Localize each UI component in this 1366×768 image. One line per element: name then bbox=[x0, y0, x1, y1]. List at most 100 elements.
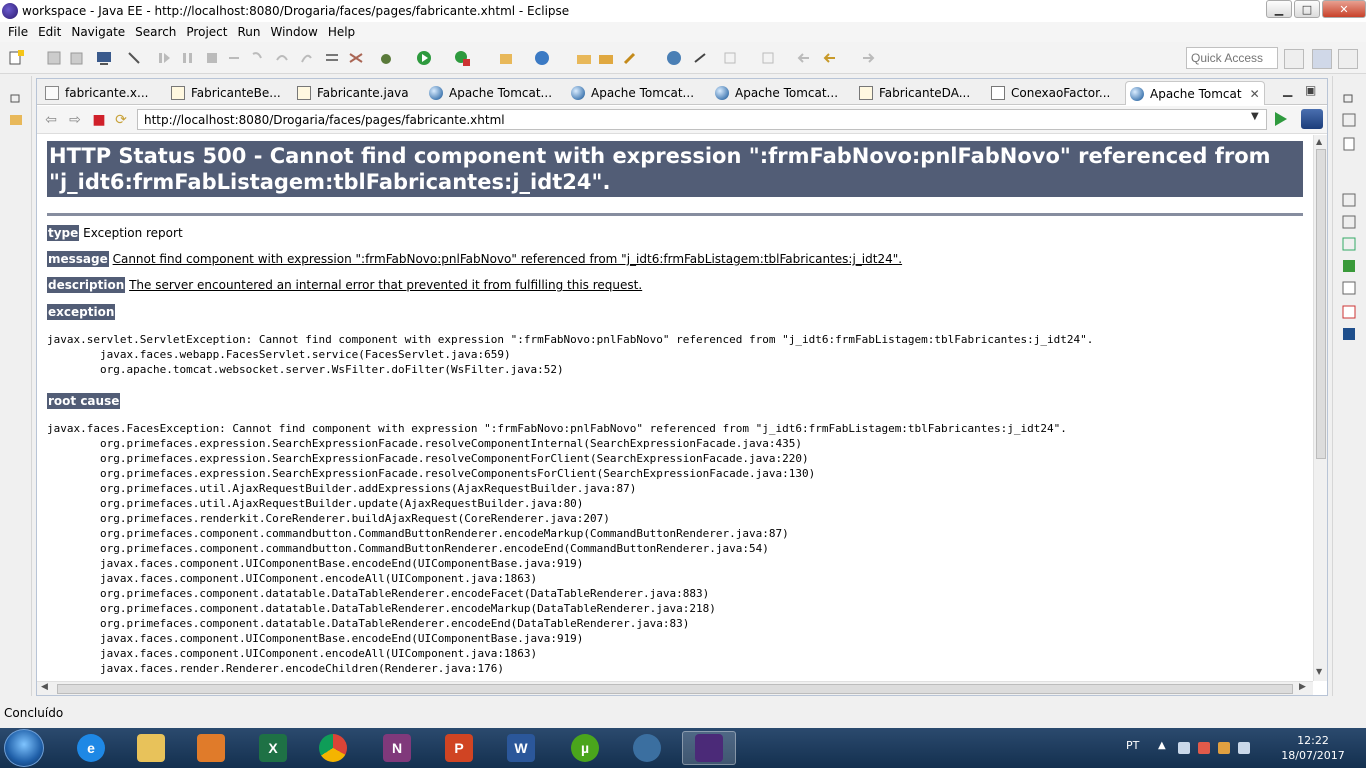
terminal-icon[interactable] bbox=[96, 50, 112, 66]
go-icon[interactable] bbox=[1275, 112, 1287, 126]
taskbar-media-player[interactable] bbox=[184, 731, 238, 765]
tab-apache-tomcat-2[interactable]: Apache Tomcat... bbox=[567, 81, 707, 105]
taskbar-eclipse[interactable] bbox=[682, 731, 736, 765]
problems-icon[interactable] bbox=[1341, 304, 1357, 320]
snippets-icon[interactable] bbox=[1341, 280, 1357, 296]
scroll-down-icon[interactable]: ▼ bbox=[1316, 667, 1322, 676]
tab-fabricante-xhtml[interactable]: fabricante.x... bbox=[41, 81, 159, 105]
tab-apache-tomcat-1[interactable]: Apache Tomcat... bbox=[425, 81, 565, 105]
data-source-icon[interactable] bbox=[1341, 258, 1357, 274]
markers-icon[interactable] bbox=[1341, 192, 1357, 208]
tab-fabricante-java[interactable]: Fabricante.java bbox=[293, 81, 421, 105]
language-indicator[interactable]: PT bbox=[1126, 739, 1139, 752]
vertical-scrollbar[interactable]: ▲ ▼ bbox=[1313, 135, 1327, 681]
menu-project[interactable]: Project bbox=[186, 24, 227, 40]
properties-icon[interactable] bbox=[1341, 214, 1357, 230]
forward-icon[interactable] bbox=[860, 50, 876, 66]
next-annotation-icon[interactable] bbox=[722, 50, 738, 66]
new-icon[interactable] bbox=[8, 50, 24, 66]
start-button[interactable] bbox=[4, 729, 44, 767]
drop-to-frame-icon[interactable] bbox=[324, 50, 340, 66]
horizontal-scrollbar[interactable]: ◀ ▶ bbox=[37, 681, 1313, 695]
refresh-icon[interactable]: ⟳ bbox=[113, 112, 129, 128]
scroll-left-icon[interactable]: ◀ bbox=[41, 682, 48, 692]
use-step-filters-icon[interactable] bbox=[348, 50, 364, 66]
minimize-button[interactable]: ▁ bbox=[1266, 0, 1292, 18]
scroll-up-icon[interactable]: ▲ bbox=[1316, 137, 1322, 146]
save-all-icon[interactable] bbox=[68, 50, 84, 66]
taskbar-internet-explorer[interactable]: e bbox=[64, 731, 118, 765]
taskbar-onenote[interactable]: N bbox=[370, 731, 424, 765]
step-over-icon[interactable] bbox=[274, 50, 290, 66]
show-hidden-icons-icon[interactable]: ▲ bbox=[1158, 740, 1166, 751]
javaee-perspective-button[interactable] bbox=[1312, 49, 1332, 69]
last-edit-icon[interactable] bbox=[796, 50, 812, 66]
back-icon[interactable] bbox=[822, 50, 838, 66]
browser-menu-icon[interactable] bbox=[1301, 109, 1323, 129]
tab-apache-tomcat-3[interactable]: Apache Tomcat... bbox=[711, 81, 851, 105]
debug-perspective-button[interactable] bbox=[1338, 49, 1358, 69]
new-java-project-icon[interactable] bbox=[498, 50, 514, 66]
taskbar-utorrent[interactable]: µ bbox=[558, 731, 612, 765]
restore-icon[interactable] bbox=[10, 92, 22, 104]
project-explorer-icon[interactable] bbox=[8, 112, 24, 128]
outline-icon[interactable] bbox=[1341, 112, 1357, 128]
save-icon[interactable] bbox=[46, 50, 62, 66]
menu-help[interactable]: Help bbox=[328, 24, 355, 40]
maximize-button[interactable]: □ bbox=[1294, 0, 1320, 18]
terminate-icon[interactable] bbox=[204, 50, 220, 66]
task-list-icon[interactable] bbox=[1341, 136, 1357, 152]
menu-search[interactable]: Search bbox=[135, 24, 176, 40]
forward-arrow-icon[interactable]: ⇨ bbox=[67, 112, 83, 128]
servers-icon[interactable] bbox=[1341, 236, 1357, 252]
debug-icon[interactable] bbox=[378, 50, 394, 66]
scroll-thumb[interactable] bbox=[1316, 149, 1326, 459]
console-icon[interactable] bbox=[1341, 326, 1357, 342]
step-return-icon[interactable] bbox=[298, 50, 314, 66]
step-into-icon[interactable] bbox=[250, 50, 266, 66]
tab-conexaofactory[interactable]: ConexaoFactor... bbox=[987, 81, 1123, 105]
taskbar-excel[interactable]: X bbox=[246, 731, 300, 765]
network-icon[interactable] bbox=[1178, 742, 1190, 754]
taskbar-chrome[interactable] bbox=[306, 731, 360, 765]
menu-navigate[interactable]: Navigate bbox=[71, 24, 125, 40]
close-icon[interactable]: ✕ bbox=[1250, 87, 1260, 101]
resume-icon[interactable] bbox=[156, 50, 172, 66]
browser-icon[interactable] bbox=[666, 50, 682, 66]
close-button[interactable]: ✕ bbox=[1322, 0, 1366, 18]
back-arrow-icon[interactable]: ⇦ bbox=[43, 112, 59, 128]
volume-icon[interactable] bbox=[1238, 742, 1250, 754]
taskbar-word[interactable]: W bbox=[494, 731, 548, 765]
tab-fabricantedao[interactable]: FabricanteDA... bbox=[855, 81, 987, 105]
url-input[interactable] bbox=[137, 109, 1267, 130]
skip-breakpoints-icon[interactable] bbox=[126, 50, 142, 66]
action-center-icon[interactable] bbox=[1198, 742, 1210, 754]
tab-fabricantebean[interactable]: FabricanteBe... bbox=[167, 81, 293, 105]
power-icon[interactable] bbox=[1218, 742, 1230, 754]
disconnect-icon[interactable] bbox=[226, 50, 242, 66]
scroll-right-icon[interactable]: ▶ bbox=[1299, 682, 1306, 692]
stop-icon[interactable]: ■ bbox=[91, 112, 107, 128]
menu-run[interactable]: Run bbox=[237, 24, 260, 40]
search-icon[interactable] bbox=[622, 50, 638, 66]
taskbar-postgresql[interactable] bbox=[620, 731, 674, 765]
taskbar-file-explorer[interactable] bbox=[124, 731, 178, 765]
tab-apache-tomcat-active[interactable]: Apache Tomcat ✕ bbox=[1125, 81, 1265, 105]
menu-window[interactable]: Window bbox=[270, 24, 317, 40]
menu-edit[interactable]: Edit bbox=[38, 24, 61, 40]
maximize-editor-icon[interactable]: ▣ bbox=[1305, 83, 1316, 97]
open-perspective-button[interactable] bbox=[1284, 49, 1304, 69]
minimize-editor-icon[interactable]: ▁ bbox=[1283, 83, 1292, 97]
open-task-icon[interactable] bbox=[598, 50, 614, 66]
menu-file[interactable]: File bbox=[8, 24, 28, 40]
prev-annotation-icon[interactable] bbox=[760, 50, 776, 66]
quick-access-input[interactable] bbox=[1186, 47, 1278, 69]
suspend-icon[interactable] bbox=[180, 50, 196, 66]
clock[interactable]: 12:22 18/07/2017 bbox=[1278, 733, 1348, 763]
chevron-down-icon[interactable]: ▼ bbox=[1251, 111, 1259, 122]
annotation-icon[interactable] bbox=[692, 50, 708, 66]
taskbar-powerpoint[interactable]: P bbox=[432, 731, 486, 765]
run-server-icon[interactable] bbox=[454, 50, 470, 66]
new-class-icon[interactable] bbox=[534, 50, 550, 66]
scroll-thumb[interactable] bbox=[57, 684, 1293, 694]
